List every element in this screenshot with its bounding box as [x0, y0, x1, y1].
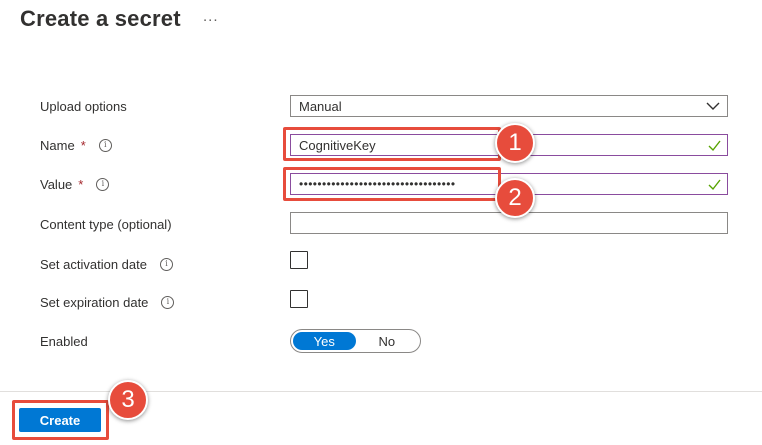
upload-options-label-text: Upload options [40, 98, 127, 114]
content-type-label: Content type (optional) [40, 214, 172, 234]
callout-badge-1: 1 [495, 123, 535, 163]
info-icon[interactable]: i [96, 177, 110, 191]
content-type-label-text: Content type (optional) [40, 216, 172, 232]
more-options-button[interactable]: ... [203, 8, 219, 25]
enabled-label-text: Enabled [40, 333, 88, 349]
highlight-value-box [283, 167, 501, 201]
expiration-date-checkbox[interactable] [290, 290, 308, 308]
upload-options-label: Upload options [40, 96, 127, 116]
callout-badge-2: 2 [495, 178, 535, 218]
activation-date-label-text: Set activation date [40, 256, 147, 272]
upload-options-value: Manual [299, 98, 342, 114]
required-asterisk: * [80, 137, 86, 153]
expiration-date-label: Set expiration date i [40, 292, 175, 312]
callout-badge-3: 3 [108, 380, 148, 420]
required-asterisk: * [78, 176, 84, 192]
activation-date-label: Set activation date i [40, 254, 173, 274]
value-label: Value * i [40, 174, 110, 194]
expiration-date-label-text: Set expiration date [40, 294, 149, 310]
name-label-text: Name [40, 137, 75, 153]
info-icon[interactable]: i [159, 257, 173, 271]
checkmark-icon [708, 140, 721, 152]
highlight-create-box [12, 400, 109, 440]
checkmark-icon [708, 179, 721, 191]
enabled-no-option[interactable]: No [356, 332, 419, 350]
info-icon[interactable]: i [98, 138, 112, 152]
name-label: Name * i [40, 135, 112, 155]
enabled-label: Enabled [40, 331, 88, 351]
chevron-down-icon [706, 102, 720, 110]
enabled-yes-option[interactable]: Yes [293, 332, 356, 350]
highlight-name-box [283, 127, 501, 161]
activation-date-checkbox[interactable] [290, 251, 308, 269]
value-label-text: Value [40, 176, 73, 192]
page-title: Create a secret [20, 6, 181, 31]
enabled-toggle[interactable]: Yes No [290, 329, 421, 353]
info-icon[interactable]: i [161, 295, 175, 309]
upload-options-dropdown[interactable]: Manual [290, 95, 728, 117]
